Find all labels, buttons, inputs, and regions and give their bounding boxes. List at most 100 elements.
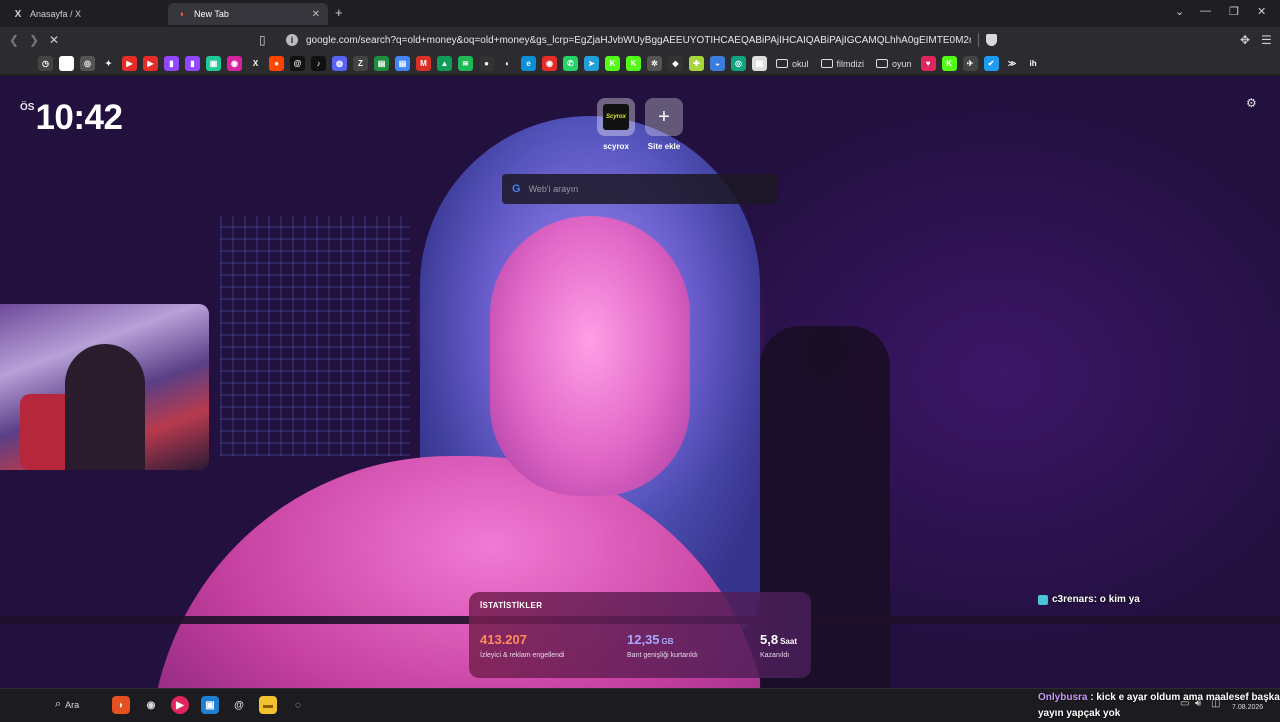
search-box[interactable]: G: [502, 174, 778, 204]
close-tab-icon[interactable]: ✕: [312, 9, 320, 20]
forward-icon[interactable]: ❯: [29, 33, 39, 47]
discord-icon[interactable]: ◍: [332, 56, 347, 71]
stat-unit: Saat: [780, 637, 797, 646]
bookmark-folder-okul[interactable]: okul: [776, 59, 809, 69]
add-site-label[interactable]: Site ekle: [634, 142, 694, 151]
app-taskbar-icon[interactable]: ◌: [289, 696, 307, 714]
bookmark-folder-label: filmdizi: [836, 58, 865, 69]
spotify-icon[interactable]: ≋: [458, 56, 473, 71]
heart-icon[interactable]: ♥: [920, 56, 936, 71]
back-icon[interactable]: ❮: [9, 33, 19, 47]
bookmarks-bar: ◷ G ◎ ✦ ▶ ▶ ▮ ▮ ▣ ◉ X ● @ ♪ ◍ Z ▤ ▤ M ▲ ≋ ● ◐ e ◉ ✆ ➤ K K ✲ ◆ ✚ ◒ ◎ ▦ okul f…: [0, 53, 1280, 75]
photos-taskbar-icon[interactable]: ▣: [201, 696, 219, 714]
ih-icon[interactable]: ih: [1025, 56, 1041, 71]
instagram-icon[interactable]: ◉: [227, 56, 242, 71]
threads-icon[interactable]: @: [290, 56, 305, 71]
bookmark-icon[interactable]: ▯: [259, 33, 266, 47]
site-info-icon[interactable]: i: [286, 34, 298, 46]
kick-green-icon[interactable]: K: [941, 56, 957, 71]
url-text[interactable]: google.com/search?q=old+money&oq=old+mon…: [306, 35, 971, 46]
stats-widget[interactable]: İSTATİSTİKLER 413.207 İzleyici & reklam …: [469, 592, 811, 678]
stat-value: 12,35: [627, 632, 660, 647]
diamond-icon[interactable]: ◆: [668, 56, 683, 71]
file-explorer-taskbar-icon[interactable]: ▬: [259, 696, 277, 714]
youtube-icon[interactable]: ▶: [122, 56, 137, 71]
tab-search-icon[interactable]: ⌄: [1175, 5, 1184, 18]
chatgpt-icon[interactable]: ◎: [80, 56, 95, 71]
google-icon[interactable]: G: [59, 56, 74, 71]
tab-title: New Tab: [194, 9, 229, 19]
gemini-icon[interactable]: ✦: [101, 56, 116, 71]
stat-label: Bant genişliği kurtarıldı: [627, 652, 698, 659]
puzzle-icon[interactable]: ✚: [689, 56, 704, 71]
whatsapp-icon[interactable]: ✆: [563, 56, 578, 71]
telegram-icon[interactable]: ➤: [584, 56, 599, 71]
folder-icon: [876, 59, 889, 68]
menu-icon[interactable]: ☰: [1261, 33, 1272, 47]
check-icon[interactable]: ✔: [983, 56, 999, 71]
drop-icon[interactable]: ◒: [710, 56, 725, 71]
clock-ampm: ÖS: [20, 102, 35, 113]
brave-shields-icon[interactable]: [986, 34, 997, 46]
youtube-music-icon[interactable]: ▶: [143, 56, 158, 71]
url-separator: [978, 33, 979, 47]
tab-title: Anasayfa / X: [30, 9, 82, 19]
github-icon[interactable]: ◐: [500, 56, 515, 71]
taskbar-search[interactable]: ⌕ Ara: [55, 698, 79, 711]
kick-icon[interactable]: K: [605, 56, 620, 71]
zed-icon[interactable]: Z: [353, 56, 368, 71]
music-icon[interactable]: ◉: [542, 56, 557, 71]
stats-title: İSTATİSTİKLER: [480, 601, 543, 610]
gmail-icon[interactable]: M: [416, 56, 431, 71]
stat-label: İzleyici & reklam engellendi: [480, 652, 565, 659]
reddit-icon[interactable]: ●: [269, 56, 284, 71]
edge-icon[interactable]: e: [521, 56, 536, 71]
bookmark-folder-oyun[interactable]: oyun: [876, 59, 912, 69]
bookmark-folder-filmdizi[interactable]: filmdizi: [820, 58, 865, 69]
sheets-icon[interactable]: ▤: [374, 56, 389, 71]
top-site-scyrox[interactable]: Scyrox: [597, 98, 635, 136]
stat-bandwidth-saved: 12,35 GB Bant genişliği kurtarıldı: [627, 631, 698, 659]
folder-icon: [820, 59, 833, 68]
stat-value: 5,8: [760, 632, 779, 647]
chat-badge-icon: [1038, 594, 1048, 605]
kick-tv-icon[interactable]: ▣: [206, 56, 221, 71]
brave-logo-icon: ◗: [178, 8, 186, 20]
obs-taskbar-icon[interactable]: ◉: [142, 696, 160, 714]
media-player-taskbar-icon[interactable]: ▶: [171, 696, 189, 714]
wheel-icon[interactable]: ✲: [647, 56, 662, 71]
stat-trackers-blocked: 413.207 İzleyici & reklam engellendi: [480, 631, 564, 659]
close-window-button[interactable]: ✕: [1257, 5, 1266, 18]
search-input[interactable]: [528, 184, 749, 194]
brave-taskbar-icon[interactable]: ◗: [112, 696, 130, 714]
more-icon[interactable]: ≫: [1004, 56, 1020, 71]
docs-icon[interactable]: ▤: [395, 56, 410, 71]
wallpaper-face: [490, 216, 690, 496]
stop-icon[interactable]: ✕: [49, 33, 59, 47]
x-icon[interactable]: X: [248, 56, 263, 71]
steam-icon[interactable]: ●: [479, 56, 494, 71]
history-icon[interactable]: ◷: [38, 56, 53, 71]
windows-start-icon[interactable]: [12, 696, 29, 713]
tab-new-tab[interactable]: ◗ New Tab ✕: [168, 3, 328, 25]
kick-alt-icon[interactable]: K: [626, 56, 641, 71]
bookmark-folder-label: oyun: [892, 58, 912, 69]
tiktok-icon[interactable]: ♪: [311, 56, 326, 71]
minimize-button[interactable]: —: [1200, 5, 1211, 17]
tab-x-home[interactable]: X Anasayfa / X: [4, 3, 164, 25]
extensions-icon[interactable]: ✥: [1240, 33, 1250, 47]
threads-taskbar-icon[interactable]: @: [230, 696, 248, 714]
grid-icon[interactable]: ▦: [752, 56, 767, 71]
drive-icon[interactable]: ▲: [437, 56, 452, 71]
plane-icon[interactable]: ✈: [962, 56, 978, 71]
chat-text: : o kim ya: [1093, 594, 1140, 605]
maximize-button[interactable]: ❐: [1229, 5, 1239, 18]
address-bar[interactable]: i google.com/search?q=old+money&oq=old+m…: [280, 29, 1000, 51]
new-tab-button[interactable]: +: [335, 5, 343, 20]
twitch-icon[interactable]: ▮: [164, 56, 179, 71]
gear-icon[interactable]: ⚙: [1246, 96, 1257, 110]
twitch-alt-icon[interactable]: ▮: [185, 56, 200, 71]
add-site-button[interactable]: +: [645, 98, 683, 136]
openai-icon[interactable]: ◎: [731, 56, 746, 71]
chat-message: c3renars : o kim ya: [1038, 594, 1140, 605]
